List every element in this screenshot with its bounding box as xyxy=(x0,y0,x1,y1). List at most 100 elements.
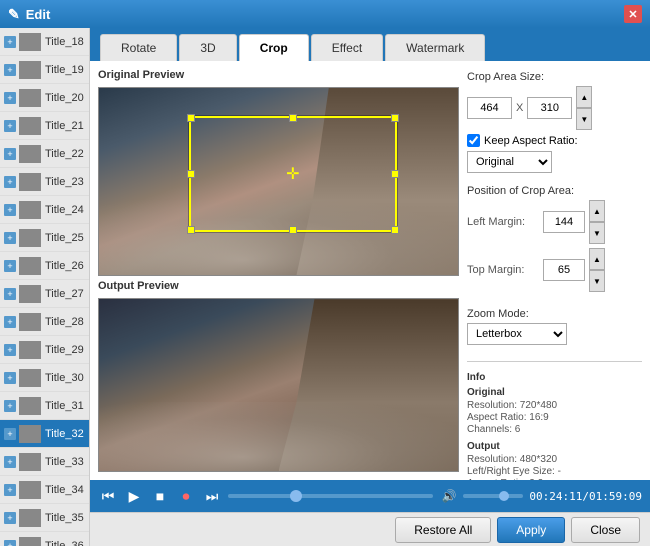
sidebar: +Title_18+Title_19+Title_20+Title_21+Tit… xyxy=(0,28,90,546)
original-channels: Channels: 6 xyxy=(467,424,642,435)
sidebar-item-title-28[interactable]: +Title_28 xyxy=(0,308,89,336)
content-area: Rotate3DCropEffectWatermark Original Pre… xyxy=(90,28,650,546)
sidebar-item-title-33[interactable]: +Title_33 xyxy=(0,448,89,476)
sidebar-item-title-31[interactable]: +Title_31 xyxy=(0,392,89,420)
sidebar-item-title-24[interactable]: +Title_24 xyxy=(0,196,89,224)
plus-icon: + xyxy=(4,344,16,356)
top-spin-up[interactable]: ▲ xyxy=(589,248,605,270)
sidebar-item-label: Title_18 xyxy=(45,36,84,48)
aspect-ratio-select[interactable]: Original xyxy=(467,151,552,173)
tab-watermark[interactable]: Watermark xyxy=(385,34,485,61)
play-button[interactable]: ▶ xyxy=(124,486,144,506)
original-preview-bg: ✛ xyxy=(99,88,458,275)
sidebar-item-title-35[interactable]: + Title_35 xyxy=(0,504,89,532)
original-info-label: Original xyxy=(467,387,642,398)
keep-aspect-ratio-checkbox[interactable] xyxy=(467,134,480,147)
sidebar-item-label: Title_32 xyxy=(45,428,84,440)
close-window-button[interactable]: ✕ xyxy=(624,5,642,23)
sidebar-item-title-25[interactable]: + Title_25 xyxy=(0,224,89,252)
output-info-label: Output xyxy=(467,441,642,452)
main-container: +Title_18+Title_19+Title_20+Title_21+Tit… xyxy=(0,28,650,546)
thumbnail xyxy=(19,481,41,499)
sidebar-item-title-27[interactable]: +Title_27 xyxy=(0,280,89,308)
crop-handle-bm[interactable] xyxy=(289,226,297,234)
original-preview-box[interactable]: ✛ xyxy=(98,87,459,276)
tab-rotate[interactable]: Rotate xyxy=(100,34,177,61)
sidebar-item-title-34[interactable]: +Title_34 xyxy=(0,476,89,504)
sidebar-item-title-36[interactable]: +Title_36 xyxy=(0,532,89,546)
position-label: Position of Crop Area: xyxy=(467,185,642,197)
plus-icon: + xyxy=(4,288,16,300)
info-label: Info xyxy=(467,372,642,383)
volume-icon[interactable]: 🔊 xyxy=(439,486,459,506)
sidebar-item-title-19[interactable]: +Title_19 xyxy=(0,56,89,84)
sidebar-item-label: Title_31 xyxy=(45,400,84,412)
progress-thumb[interactable] xyxy=(290,490,302,502)
zoom-mode-select[interactable]: Letterbox xyxy=(467,323,567,345)
crop-handle-br[interactable] xyxy=(391,226,399,234)
top-margin-label: Top Margin: xyxy=(467,264,539,276)
sidebar-item-title-23[interactable]: +Title_23 xyxy=(0,168,89,196)
thumbnail xyxy=(19,61,41,79)
sidebar-item-title-30[interactable]: +Title_30 xyxy=(0,364,89,392)
thumbnail xyxy=(19,145,41,163)
stop-button[interactable]: ■ xyxy=(150,486,170,506)
close-button[interactable]: Close xyxy=(571,517,640,543)
sidebar-item-title-32[interactable]: +Title_32 xyxy=(0,420,89,448)
output-lr-size: Left/Right Eye Size: - xyxy=(467,466,642,477)
height-spin-up[interactable]: ▲ xyxy=(576,86,592,108)
sidebar-item-label: Title_30 xyxy=(45,372,84,384)
tab-crop[interactable]: Crop xyxy=(239,34,309,61)
thumbnail xyxy=(19,453,41,471)
thumbnail xyxy=(19,313,41,331)
top-margin-input[interactable] xyxy=(543,259,585,281)
restore-all-button[interactable]: Restore All xyxy=(395,517,491,543)
progress-slider[interactable] xyxy=(228,494,433,498)
crop-width-input[interactable] xyxy=(467,97,512,119)
sidebar-item-title-29[interactable]: +Title_29 xyxy=(0,336,89,364)
left-spin-up[interactable]: ▲ xyxy=(589,200,605,222)
sidebar-item-label: Title_26 xyxy=(45,260,84,272)
top-spin-down[interactable]: ▼ xyxy=(589,270,605,292)
sidebar-item-title-21[interactable]: +Title_21 xyxy=(0,112,89,140)
crop-handle-ml[interactable] xyxy=(187,170,195,178)
skip-forward-button[interactable]: ⏭ xyxy=(202,486,222,506)
plus-icon: + xyxy=(4,204,16,216)
sidebar-item-title-26[interactable]: +Title_26 xyxy=(0,252,89,280)
crop-height-input[interactable] xyxy=(527,97,572,119)
skip-back-button[interactable]: ⏮ xyxy=(98,486,118,506)
record-button[interactable]: ⏺ xyxy=(176,486,196,506)
crop-handle-tr[interactable] xyxy=(391,114,399,122)
apply-button[interactable]: Apply xyxy=(497,517,565,543)
plus-icon: + xyxy=(4,512,16,524)
crop-handle-tl[interactable] xyxy=(187,114,195,122)
sidebar-item-title-18[interactable]: +Title_18 xyxy=(0,28,89,56)
sidebar-item-label: Title_35 xyxy=(45,512,84,524)
left-margin-label: Left Margin: xyxy=(467,216,539,228)
x-separator: X xyxy=(516,102,523,114)
left-margin-input[interactable] xyxy=(543,211,585,233)
tab-3d[interactable]: 3D xyxy=(179,34,236,61)
crop-rectangle[interactable]: ✛ xyxy=(189,116,397,232)
edit-icon: ✎ xyxy=(8,6,20,23)
sidebar-item-label: Title_21 xyxy=(45,120,84,132)
volume-slider[interactable] xyxy=(463,494,523,498)
sidebar-item-label: Title_25 xyxy=(45,232,84,244)
thumbnail xyxy=(19,33,41,51)
crop-handle-tm[interactable] xyxy=(289,114,297,122)
sidebar-item-title-22[interactable]: +Title_22 xyxy=(0,140,89,168)
crop-handle-bl[interactable] xyxy=(187,226,195,234)
height-spin-down[interactable]: ▼ xyxy=(576,108,592,130)
volume-thumb[interactable] xyxy=(499,491,509,501)
output-preview-bg xyxy=(99,299,458,471)
controls-area: Crop Area Size: X ▲ ▼ Keep Aspect Ratio: xyxy=(467,69,642,472)
left-margin-row: Left Margin: ▲ ▼ xyxy=(467,200,642,244)
thumbnail xyxy=(19,509,41,527)
tab-effect[interactable]: Effect xyxy=(311,34,383,61)
crop-handle-mr[interactable] xyxy=(391,170,399,178)
plus-icon: + xyxy=(4,232,16,244)
left-spin-down[interactable]: ▼ xyxy=(589,222,605,244)
sidebar-item-title-20[interactable]: +Title_20 xyxy=(0,84,89,112)
plus-icon: + xyxy=(4,456,16,468)
output-preview-label: Output Preview xyxy=(98,280,459,292)
